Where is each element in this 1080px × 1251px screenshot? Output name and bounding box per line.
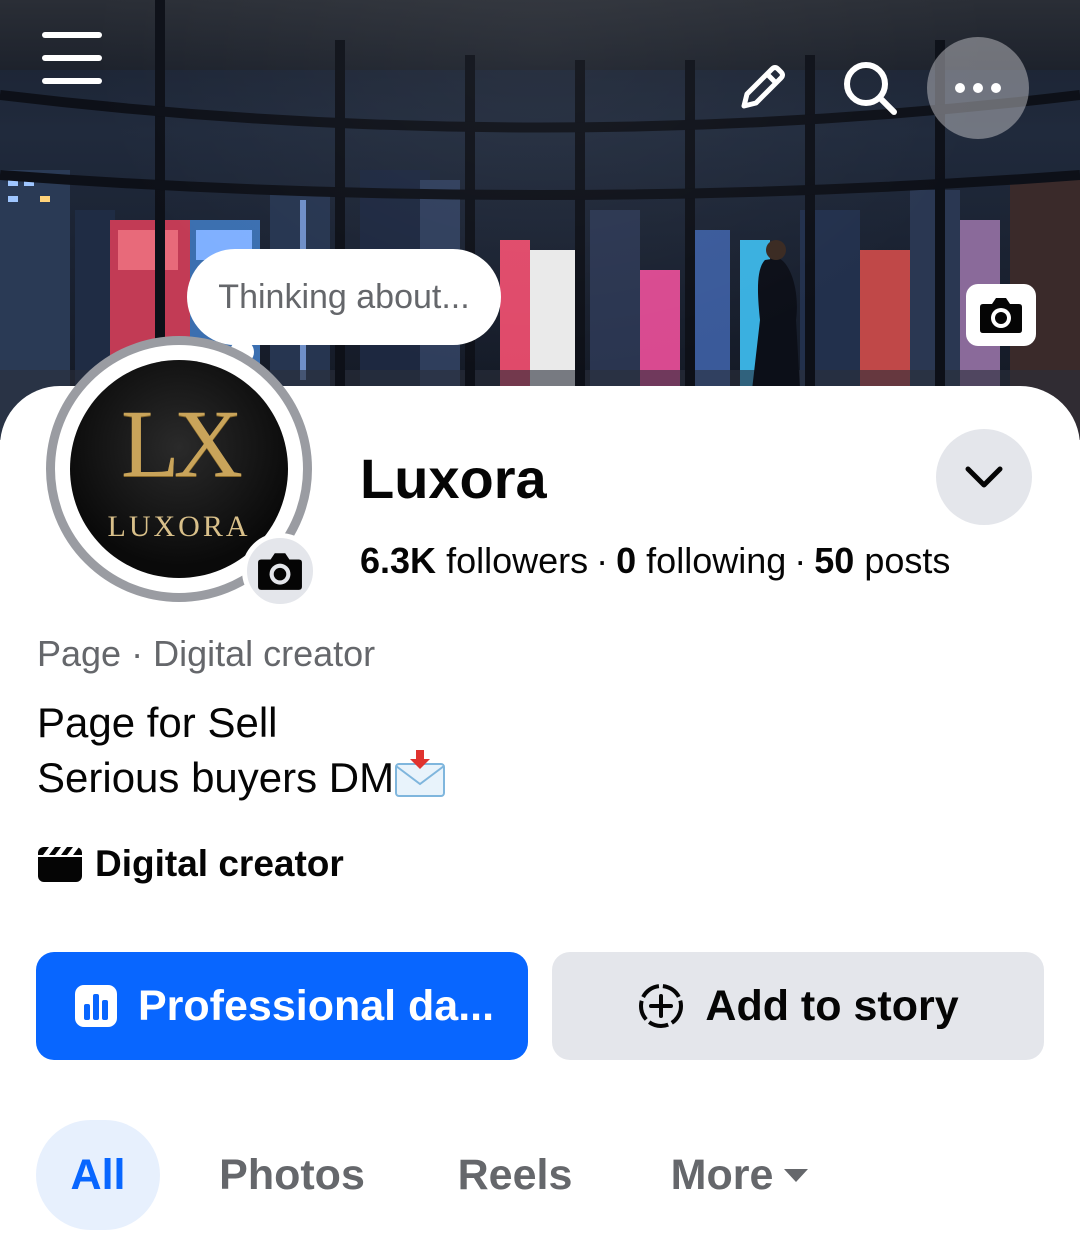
avatar-monogram: LX — [121, 390, 243, 497]
following-count: 0 — [616, 540, 637, 581]
more-options-button[interactable] — [927, 37, 1029, 139]
bio-line-1: Page for Sell — [37, 699, 278, 746]
tab-reels[interactable]: Reels — [450, 1120, 580, 1230]
profile-switch-dropdown[interactable] — [936, 429, 1032, 525]
professional-dashboard-button[interactable]: Professional da... — [36, 952, 528, 1060]
professional-dashboard-label: Professional da... — [138, 981, 495, 1030]
tab-all-label: All — [70, 1150, 126, 1199]
hamburger-menu-button[interactable] — [30, 20, 114, 96]
status-note-placeholder: Thinking about... — [218, 277, 470, 316]
posts-label: posts — [864, 540, 951, 581]
posts-stat[interactable]: 50 posts — [814, 540, 950, 581]
following-stat[interactable]: 0 following — [616, 540, 786, 581]
hamburger-menu-icon — [42, 32, 102, 84]
tab-all[interactable]: All — [36, 1120, 160, 1230]
page-category: Page · Digital creator — [37, 633, 376, 674]
tab-more[interactable]: More — [660, 1120, 820, 1230]
followers-stat[interactable]: 6.3K followers — [360, 540, 588, 581]
chevron-down-icon — [965, 466, 1003, 488]
tab-reels-label: Reels — [457, 1150, 573, 1199]
profile-stats: 6.3K followers · 0 following · 50 posts — [360, 540, 950, 582]
incoming-envelope-icon — [394, 750, 446, 811]
following-label: following — [646, 540, 787, 581]
bio-line-2: Serious buyers DM — [37, 750, 446, 811]
camera-icon — [980, 298, 1022, 333]
more-dots-icon — [955, 83, 1001, 93]
edit-profile-picture-button[interactable] — [242, 533, 318, 609]
add-to-story-label: Add to story — [705, 981, 959, 1030]
clapperboard-icon — [38, 847, 82, 882]
posts-count: 50 — [814, 540, 855, 581]
status-note-bubble[interactable]: Thinking about... — [187, 249, 501, 345]
stats-separator: · — [596, 540, 609, 581]
camera-icon — [258, 553, 302, 590]
caret-down-icon — [784, 1169, 809, 1182]
tab-photos[interactable]: Photos — [210, 1120, 374, 1230]
tab-more-label: More — [670, 1150, 774, 1199]
followers-label: followers — [446, 540, 589, 581]
followers-count: 6.3K — [360, 540, 437, 581]
creator-category-label: Digital creator — [95, 843, 344, 884]
content-tabs: All Photos Reels More — [0, 1120, 1080, 1230]
profile-bio: Page for Sell Serious buyers DM — [37, 696, 446, 811]
pencil-icon — [741, 65, 785, 109]
search-button[interactable] — [834, 52, 906, 124]
edit-cover-photo-button[interactable] — [966, 284, 1036, 346]
edit-profile-button[interactable] — [726, 52, 798, 124]
tab-photos-label: Photos — [219, 1150, 365, 1199]
add-to-story-button[interactable]: Add to story — [552, 952, 1044, 1060]
bio-line-2-text: Serious buyers DM — [37, 754, 395, 801]
add-circle-icon — [639, 984, 684, 1028]
search-icon — [844, 62, 897, 115]
bar-chart-icon — [75, 985, 117, 1027]
stats-separator: · — [794, 540, 807, 581]
avatar-wordmark: LUXORA — [107, 510, 251, 543]
page-name: Luxora — [360, 447, 547, 510]
creator-category-row: Digital creator — [37, 843, 344, 885]
